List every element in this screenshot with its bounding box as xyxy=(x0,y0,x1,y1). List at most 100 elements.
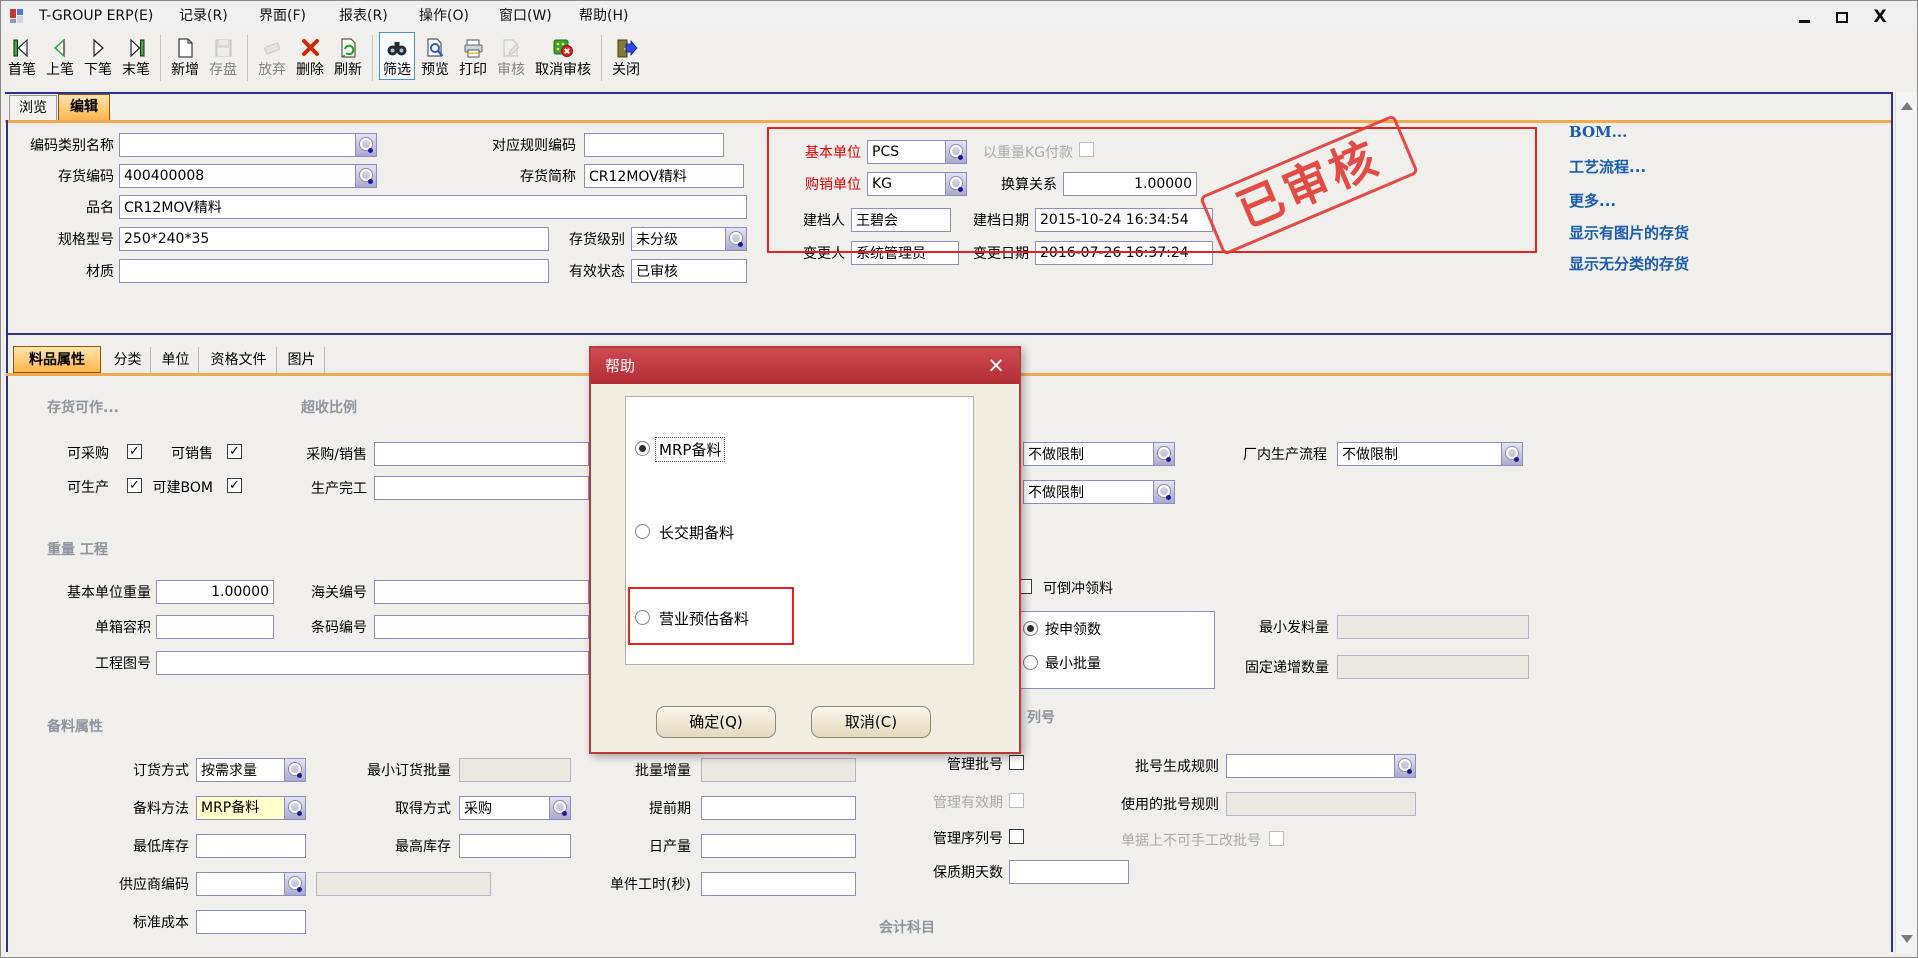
scroll-up-button[interactable] xyxy=(1897,96,1917,116)
obtain-mode-field[interactable]: 采购 xyxy=(459,796,571,820)
std-cost-field[interactable] xyxy=(196,910,306,934)
toolbar-audit-button[interactable]: 审核 xyxy=(493,32,529,80)
toolbar-filter-button[interactable]: 筛选 xyxy=(379,32,415,80)
lookup-icon[interactable] xyxy=(945,173,966,195)
over-ps-field[interactable] xyxy=(374,442,589,466)
manage-batch-checkbox[interactable] xyxy=(1009,755,1024,770)
manage-expiry-checkbox[interactable] xyxy=(1009,793,1024,808)
bom-allowed-checkbox[interactable] xyxy=(227,478,242,493)
lookup-icon[interactable] xyxy=(284,797,305,819)
min-batch-radio[interactable] xyxy=(1023,655,1038,670)
menu-report[interactable]: 报表(R) xyxy=(333,1,394,31)
no-manual-batch-checkbox[interactable] xyxy=(1269,831,1284,846)
help-dialog-titlebar[interactable]: 帮助 xyxy=(591,348,1019,384)
daily-output-field[interactable] xyxy=(701,834,856,858)
batch-rule-field[interactable] xyxy=(1226,754,1416,778)
prepare-method-field[interactable]: MRP备料 xyxy=(196,796,306,820)
customs-field[interactable] xyxy=(374,580,589,604)
max-stock-field[interactable] xyxy=(459,834,571,858)
pay-by-weight-checkbox[interactable] xyxy=(1079,142,1094,157)
menu-ui[interactable]: 界面(F) xyxy=(253,1,312,31)
spec-field[interactable]: 250*240*35 xyxy=(119,227,549,251)
toolbar-delete-button[interactable]: 删除 xyxy=(292,32,328,80)
over-done-field[interactable] xyxy=(374,476,589,500)
lookup-icon[interactable] xyxy=(284,759,305,781)
lookup-icon[interactable] xyxy=(355,165,376,187)
lookup-icon[interactable] xyxy=(284,873,305,895)
toolbar-next-button[interactable]: 下笔 xyxy=(80,32,116,80)
toolbar-refresh-button[interactable]: 刷新 xyxy=(330,32,366,80)
menu-action[interactable]: 操作(O) xyxy=(413,1,475,31)
vertical-scrollbar[interactable] xyxy=(1895,92,1918,953)
lookup-icon[interactable] xyxy=(549,797,570,819)
minimize-button[interactable] xyxy=(1791,7,1817,27)
restriction2-field[interactable]: 不做限制 xyxy=(1023,480,1175,504)
box-volume-field[interactable] xyxy=(156,615,274,639)
supplier-field[interactable] xyxy=(196,872,306,896)
tab-browse[interactable]: 浏览 xyxy=(9,95,57,121)
by-application-radio[interactable] xyxy=(1023,621,1038,636)
lookup-icon[interactable] xyxy=(1501,443,1522,465)
menu-record[interactable]: 记录(R) xyxy=(173,1,234,31)
tab-image[interactable]: 图片 xyxy=(279,347,325,374)
tab-item-attributes[interactable]: 料品属性 xyxy=(13,346,101,373)
dialog-cancel-button[interactable]: 取消(C) xyxy=(811,706,931,738)
factory-flow-field[interactable]: 不做限制 xyxy=(1337,442,1523,466)
restriction1-field[interactable]: 不做限制 xyxy=(1023,442,1175,466)
menu-app[interactable]: T-GROUP ERP(E) xyxy=(33,1,159,31)
tab-unit[interactable]: 单位 xyxy=(153,347,199,374)
toolbar-close-button[interactable]: 关闭 xyxy=(608,32,644,80)
order-mode-field[interactable]: 按需求量 xyxy=(196,758,306,782)
drawing-field[interactable] xyxy=(156,651,589,675)
purchasable-checkbox[interactable] xyxy=(127,444,142,459)
link-more[interactable]: 更多... xyxy=(1569,190,1616,211)
lookup-icon[interactable] xyxy=(1153,481,1174,503)
link-bom[interactable]: BOM... xyxy=(1569,123,1627,141)
toolbar-prev-button[interactable]: 上笔 xyxy=(42,32,78,80)
unit-time-field[interactable] xyxy=(701,872,856,896)
dialog-close-button[interactable]: × xyxy=(983,352,1009,378)
toolbar-cancel-audit-button[interactable]: 取消审核 xyxy=(531,32,595,80)
menu-help[interactable]: 帮助(H) xyxy=(573,1,634,31)
sellable-checkbox[interactable] xyxy=(227,444,242,459)
toolbar-last-button[interactable]: 末笔 xyxy=(118,32,154,80)
lookup-icon[interactable] xyxy=(725,228,746,250)
lookup-icon[interactable] xyxy=(1394,755,1415,777)
dialog-ok-button[interactable]: 确定(Q) xyxy=(656,706,776,738)
material-field[interactable] xyxy=(119,259,549,283)
rule-code-field[interactable] xyxy=(584,133,724,157)
tab-classification[interactable]: 分类 xyxy=(105,347,151,374)
trade-unit-field[interactable]: KG xyxy=(867,172,967,196)
unit-weight-field[interactable]: 1.00000 xyxy=(156,580,274,604)
option-longlead-label[interactable]: 长交期备料 xyxy=(659,522,734,543)
barcode-field[interactable] xyxy=(374,615,589,639)
close-window-button[interactable]: X xyxy=(1867,7,1893,27)
toolbar-abandon-button[interactable]: 放弃 xyxy=(254,32,290,80)
shelf-life-field[interactable] xyxy=(1009,860,1129,884)
min-stock-field[interactable] xyxy=(196,834,306,858)
toolbar-first-button[interactable]: 首笔 xyxy=(4,32,40,80)
level-field[interactable]: 未分级 xyxy=(631,227,747,251)
menu-window[interactable]: 窗口(W) xyxy=(493,1,558,31)
option-mrp-label[interactable]: MRP备料 xyxy=(655,437,725,462)
option-mrp-radio[interactable] xyxy=(635,441,650,456)
link-show-with-image[interactable]: 显示有图片的存货 xyxy=(1569,222,1689,243)
toolbar-print-button[interactable]: 打印 xyxy=(455,32,491,80)
toolbar-save-button[interactable]: 存盘 xyxy=(205,32,241,80)
option-forecast-label[interactable]: 营业预估备料 xyxy=(659,608,749,629)
leadtime-field[interactable] xyxy=(701,796,856,820)
restore-button[interactable] xyxy=(1829,7,1855,27)
manage-serial-checkbox[interactable] xyxy=(1009,829,1024,844)
tab-edit[interactable]: 编辑 xyxy=(58,94,110,121)
toolbar-new-button[interactable]: 新增 xyxy=(167,32,203,80)
option-forecast-radio[interactable] xyxy=(635,610,650,625)
scroll-down-button[interactable] xyxy=(1897,929,1917,949)
conversion-field[interactable]: 1.00000 xyxy=(1063,172,1197,196)
lookup-icon[interactable] xyxy=(945,141,966,163)
lookup-icon[interactable] xyxy=(355,134,376,156)
item-code-field[interactable]: 400400008 xyxy=(119,164,377,188)
product-name-field[interactable]: CR12MOV精料 xyxy=(119,195,747,219)
producible-checkbox[interactable] xyxy=(127,478,142,493)
base-unit-field[interactable]: PCS xyxy=(867,140,967,164)
lookup-icon[interactable] xyxy=(1153,443,1174,465)
